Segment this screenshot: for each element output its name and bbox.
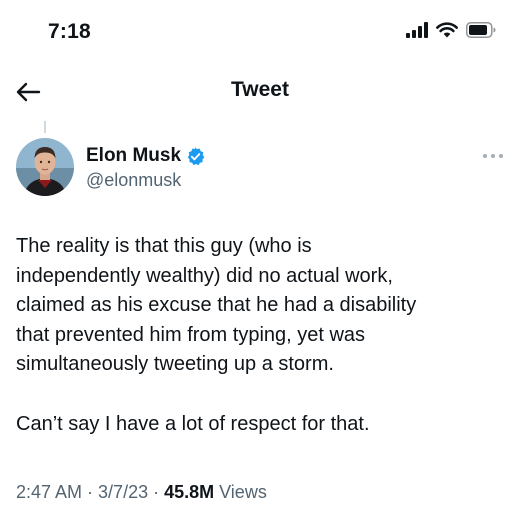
battery-icon bbox=[466, 22, 496, 43]
tweet-time[interactable]: 2:47 AM bbox=[16, 482, 82, 502]
meta-separator: · bbox=[82, 482, 99, 502]
thread-connector-line bbox=[44, 121, 46, 133]
author-handle[interactable]: @elonmusk bbox=[86, 170, 181, 191]
wifi-icon bbox=[436, 22, 458, 43]
tweet-text: The reality is that this guy (who is ind… bbox=[16, 232, 506, 439]
author-name[interactable]: Elon Musk bbox=[86, 145, 205, 167]
cellular-signal-icon bbox=[406, 22, 428, 43]
nav-bar: Tweet bbox=[0, 64, 520, 124]
status-icons bbox=[406, 22, 496, 43]
status-bar: 7:18 bbox=[0, 0, 520, 64]
status-time: 7:18 bbox=[48, 20, 91, 43]
verified-badge-icon bbox=[186, 146, 205, 166]
more-options-button[interactable] bbox=[478, 146, 508, 164]
more-dots-icon bbox=[482, 146, 504, 164]
avatar[interactable] bbox=[16, 138, 74, 196]
tweet-paragraph: Can’t say I have a lot of respect for th… bbox=[16, 412, 370, 435]
views-label: Views bbox=[214, 482, 267, 502]
tweet-date[interactable]: 3/7/23 bbox=[98, 482, 148, 502]
page-title: Tweet bbox=[231, 78, 289, 101]
meta-separator: · bbox=[148, 482, 165, 502]
author-name-text: Elon Musk bbox=[86, 145, 182, 166]
tweet-paragraph: The reality is that this guy (who is ind… bbox=[16, 235, 417, 375]
tweet-meta: 2:47 AM · 3/7/23 · 45.8M Views bbox=[16, 482, 267, 503]
views-count[interactable]: 45.8M bbox=[164, 482, 214, 502]
